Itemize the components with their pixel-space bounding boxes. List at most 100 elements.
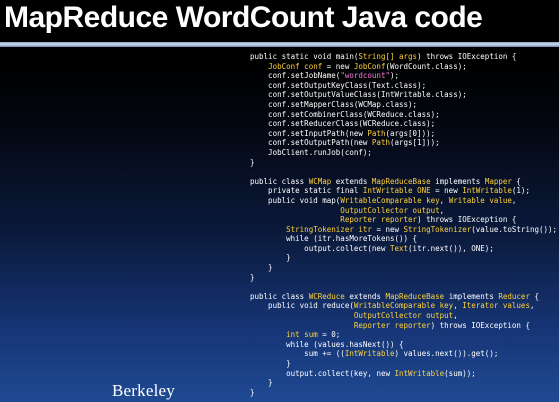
code-token: Reporter reporter bbox=[250, 215, 418, 225]
code-token: JobConf bbox=[353, 61, 386, 71]
code-token: (WordCount. bbox=[385, 61, 436, 71]
code-line: } bbox=[250, 263, 556, 273]
code-line: conf.setReducerClass(WCReduce.class); bbox=[250, 119, 556, 129]
code-token: sum += (( bbox=[250, 349, 345, 359]
code-line: public static void main(String[] args) t… bbox=[250, 52, 556, 62]
code-token: extends bbox=[349, 291, 386, 301]
code-token: , bbox=[529, 301, 535, 311]
code-token: String[] args bbox=[358, 52, 418, 61]
code-token: (values.hasNext()) { bbox=[313, 339, 404, 349]
code-token: } bbox=[250, 272, 255, 282]
code-token: conf.setMapperClass(WCMap. bbox=[250, 99, 386, 109]
code-token: } bbox=[250, 263, 273, 273]
code-token: OutputCollector output bbox=[250, 205, 440, 215]
code-token: conf.setJobName( bbox=[250, 71, 341, 81]
code-line: output.collect(key, new IntWritable(sum)… bbox=[250, 369, 556, 379]
code-token: ); bbox=[457, 61, 467, 71]
code-line: conf.setInputPath(new Path(args[0])); bbox=[250, 129, 556, 139]
code-token: ) bbox=[417, 215, 427, 225]
code-token: public class bbox=[250, 291, 309, 301]
code-token: } bbox=[250, 253, 291, 263]
code-token: while bbox=[250, 234, 314, 244]
code-token: IntWritable bbox=[394, 368, 445, 378]
code-token: public void bbox=[250, 195, 323, 205]
code-token: throws bbox=[439, 320, 472, 330]
code-token: private static final bbox=[250, 186, 363, 196]
code-token: conf.setOutputValueClass(IntWritable. bbox=[250, 90, 436, 100]
code-token: class bbox=[385, 99, 409, 109]
code-line: int sum = 0; bbox=[250, 330, 556, 340]
code-token: ); bbox=[389, 71, 400, 81]
code-token: class bbox=[408, 109, 431, 119]
code-line: OutputCollector output, bbox=[250, 206, 556, 216]
code-token: (args[0])); bbox=[385, 128, 436, 138]
code-token: conf.setReducerClass(WCReduce. bbox=[250, 119, 404, 129]
slide-title: MapReduce WordCount Java code bbox=[4, 1, 483, 34]
code-line: while (values.hasNext()) { bbox=[250, 340, 556, 350]
code-line: } bbox=[250, 378, 556, 388]
code-token: ); bbox=[430, 109, 440, 119]
code-token: class bbox=[403, 119, 427, 129]
code-line: conf.setOutputKeyClass(Text.class); bbox=[250, 81, 556, 91]
code-token: (itr.next()), ONE); bbox=[408, 243, 494, 253]
code-token: } bbox=[250, 387, 255, 397]
code-line: conf.setOutputPath(new Path(args[1])); bbox=[250, 138, 556, 148]
code-token: ); bbox=[408, 99, 418, 109]
code-token: , bbox=[439, 195, 449, 205]
code-line: } bbox=[250, 253, 556, 263]
code-token: WCMap bbox=[308, 176, 336, 186]
code-token: conf.setCombinerClass(WCReduce. bbox=[250, 109, 409, 119]
code-token: Path bbox=[367, 128, 386, 138]
code-token: IOException { bbox=[457, 52, 517, 61]
code-token: implements bbox=[435, 176, 485, 186]
code-token: WCReduce bbox=[308, 291, 350, 301]
code-token: } bbox=[250, 378, 273, 388]
code-line: sum += ((IntWritable) values.next()).get… bbox=[250, 349, 556, 359]
code-token: new bbox=[349, 128, 368, 138]
code-token: JobClient.runJob(conf); bbox=[250, 147, 372, 157]
code-token: WritableComparable key bbox=[353, 301, 454, 311]
code-token: (sum)); bbox=[444, 368, 476, 378]
code-token: = bbox=[435, 186, 445, 196]
code-token: IOException { bbox=[471, 320, 530, 330]
code-line: output.collect(new Text(itr.next()), ONE… bbox=[250, 244, 556, 254]
code-token: StringTokenizer itr bbox=[286, 224, 377, 234]
code-token: IntWritable ONE bbox=[362, 186, 436, 196]
code-line: JobClient.runJob(conf); bbox=[250, 148, 556, 158]
code-token: new bbox=[385, 224, 404, 234]
code-line: public void reduce(WritableComparable ke… bbox=[250, 301, 556, 311]
code-token: public void bbox=[250, 301, 323, 311]
code-token: implements bbox=[448, 291, 499, 301]
code-token: new bbox=[376, 368, 395, 378]
code-line: Reporter reporter) throws IOException { bbox=[250, 321, 556, 331]
code-token: JobConf conf bbox=[268, 61, 327, 71]
code-token: "wordcount" bbox=[340, 71, 390, 81]
code-line: } bbox=[250, 388, 556, 398]
code-token: } bbox=[250, 157, 255, 167]
code-token: class bbox=[394, 80, 418, 90]
code-line: while (itr.hasMoreTokens()) { bbox=[250, 234, 556, 244]
code-line: public void map(WritableComparable key, … bbox=[250, 196, 556, 206]
code-line: conf.setOutputValueClass(IntWritable.cla… bbox=[250, 90, 556, 100]
code-line: JobConf conf = new JobConf(WordCount.cla… bbox=[250, 62, 556, 72]
code-token: = 0; bbox=[322, 330, 341, 340]
code-token: , bbox=[453, 301, 463, 311]
code-token: extends bbox=[335, 176, 372, 186]
code-line: private static final IntWritable ONE = n… bbox=[250, 186, 556, 196]
code-line: } bbox=[250, 158, 556, 168]
code-token: MapReduceBase bbox=[385, 291, 449, 301]
code-token: IntWritable bbox=[462, 186, 512, 196]
code-token: new bbox=[335, 61, 354, 71]
code-line: conf.setCombinerClass(WCReduce.class); bbox=[250, 110, 556, 120]
code-token: ) bbox=[417, 52, 427, 61]
code-line: } bbox=[250, 273, 556, 283]
code-token: class bbox=[435, 61, 458, 71]
code-token: map( bbox=[322, 195, 341, 205]
code-token: Mapper bbox=[484, 176, 517, 186]
code-token: class bbox=[435, 90, 458, 100]
code-token: Text bbox=[389, 243, 409, 253]
